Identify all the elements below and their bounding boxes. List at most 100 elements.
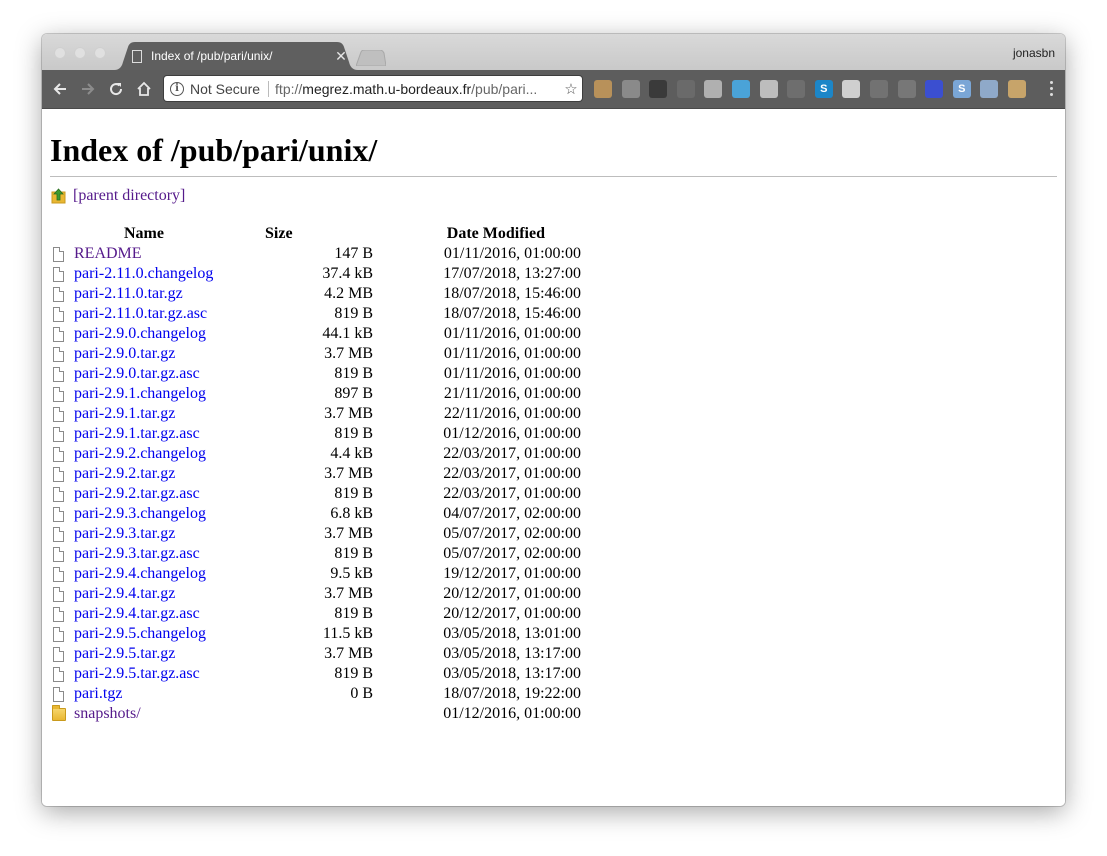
file-name-cell: pari-2.9.5.tar.gz.asc [74,664,238,684]
home-icon [137,81,151,96]
header-icon-column [50,224,74,244]
tab-content[interactable]: Index of /pub/pari/unix/ ✕ [132,46,348,66]
table-row: pari-2.9.1.changelog 897 B 21/11/2016, 01:… [50,384,581,404]
info-icon[interactable]: i [170,81,184,96]
skype-extension-icon[interactable]: S [952,80,971,98]
file-link[interactable]: pari-2.9.4.tar.gz.asc [74,605,200,622]
file-link[interactable]: pari-2.9.3.tar.gz.asc [74,545,200,562]
forward-button[interactable] [78,79,98,99]
security-indicator[interactable]: Not Secure [190,81,260,97]
profile-name[interactable]: jonasbn [1013,46,1055,60]
file-date-modified: 05/07/2017, 02:00:00 [443,545,581,562]
stack-extension-icon[interactable] [649,80,668,98]
file-name-cell: pari-2.9.2.changelog [74,444,238,464]
circle-extension-icon[interactable] [842,80,861,98]
file-date-modified: 04/07/2017, 02:00:00 [443,505,581,522]
archive-extension-icon[interactable] [897,80,916,98]
browser-toolbar: i Not Secure ftp://megrez.math.u-bordeau… [42,70,1065,109]
file-link[interactable]: pari-2.9.0.tar.gz.asc [74,365,200,382]
address-bar[interactable]: i Not Secure ftp://megrez.math.u-bordeau… [164,76,582,101]
file-link[interactable]: pari-2.9.5.tar.gz [74,645,175,662]
title-bar: Index of /pub/pari/unix/ ✕ jonasbn [42,34,1065,70]
table-row: pari.tgz 0 B 18/07/2018, 19:22:00 [50,684,581,704]
file-link[interactable]: pari-2.9.1.tar.gz [74,405,175,422]
file-link[interactable]: pari-2.9.2.changelog [74,445,206,462]
menu-dot [1050,81,1053,84]
close-window-button[interactable] [54,47,66,59]
column-header-name[interactable]: Name [74,224,238,244]
back-button[interactable] [50,79,70,99]
file-date-modified: 18/07/2018, 19:22:00 [443,685,581,702]
bookmark-extension-icon[interactable] [925,80,944,98]
file-icon [53,486,64,502]
file-link[interactable]: pari-2.9.2.tar.gz [74,465,175,482]
drive-extension-icon[interactable] [759,80,778,98]
minimize-window-button[interactable] [74,47,86,59]
url-text[interactable]: ftp://megrez.math.u-bordeaux.fr/pub/pari… [275,81,560,97]
menu-dot [1050,87,1053,90]
file-link[interactable]: pari-2.9.2.tar.gz.asc [74,485,200,502]
file-name-cell: pari-2.9.0.changelog [74,324,238,344]
gear-extension-icon[interactable] [621,80,640,98]
url-path: /pub/pari... [471,80,538,97]
file-link[interactable]: pari-2.9.5.tar.gz.asc [74,665,200,682]
owl-extension-icon[interactable] [1008,80,1026,98]
copy-extension-icon[interactable] [980,80,999,98]
browser-window: Index of /pub/pari/unix/ ✕ jonasbn i Not… [42,34,1065,806]
file-size: 819 B [334,425,373,442]
file-link[interactable]: pari-2.11.0.changelog [74,265,213,282]
row-icon-cell [50,664,74,684]
file-date-modified: 03/05/2018, 13:17:00 [443,645,581,662]
column-header-size[interactable]: Size [238,224,373,244]
file-name-cell: pari-2.9.1.changelog [74,384,238,404]
file-name-cell: pari-2.9.4.changelog [74,564,238,584]
reload-button[interactable] [106,79,126,99]
file-link[interactable]: pari-2.11.0.tar.gz [74,285,183,302]
parent-directory-link[interactable]: [parent directory] [73,187,185,205]
listing-body: README 147 B 01/11/2016, 01:00:00 pari-2.11… [50,244,581,724]
menu-button[interactable] [1050,81,1053,96]
file-name-cell: README [74,244,238,264]
maximize-window-button[interactable] [94,47,106,59]
file-link[interactable]: README [74,245,142,262]
file-link[interactable]: pari-2.9.3.changelog [74,505,206,522]
file-link[interactable]: pari-2.9.0.changelog [74,325,206,342]
cookie-extension-icon[interactable] [594,80,612,98]
s-extension-icon[interactable]: S [814,80,833,98]
flag-extension-icon[interactable] [870,80,888,98]
file-link[interactable]: pari-2.9.5.changelog [74,625,206,642]
file-date-modified: 03/05/2018, 13:01:00 [443,625,581,642]
tools-extension-icon[interactable] [704,80,723,98]
file-link[interactable]: pari-2.9.4.changelog [74,565,206,582]
table-row: pari-2.9.3.changelog 6.8 kB 04/07/2017, 02… [50,504,581,524]
file-icon [53,366,64,382]
new-tab-button[interactable] [356,50,386,66]
file-icon [53,326,64,342]
table-row: pari-2.9.3.tar.gz 3.7 MB 05/07/2017, 02:00… [50,524,581,544]
bookmark-star-icon[interactable]: ☆ [560,80,582,98]
file-icon [53,266,64,282]
file-name-cell: pari-2.9.4.tar.gz.asc [74,604,238,624]
close-tab-icon[interactable]: ✕ [334,48,348,64]
file-link[interactable]: pari-2.9.3.tar.gz [74,525,175,542]
column-header-date[interactable]: Date Modified [373,224,581,244]
pencil-extension-icon[interactable] [732,80,750,98]
file-link[interactable]: pari-2.11.0.tar.gz.asc [74,305,207,322]
divider [50,176,1057,177]
file-link[interactable]: pari-2.9.1.changelog [74,385,206,402]
file-size: 819 B [334,545,373,562]
info-extension-icon[interactable] [676,80,695,98]
home-button[interactable] [134,79,154,99]
table-row: pari-2.9.2.changelog 4.4 kB 22/03/2017, 01… [50,444,581,464]
file-name-cell: pari-2.11.0.changelog [74,264,238,284]
row-icon-cell [50,464,74,484]
cast-extension-icon[interactable] [787,80,806,98]
file-name-cell: pari-2.9.5.changelog [74,624,238,644]
file-link[interactable]: snapshots/ [74,705,141,722]
file-link[interactable]: pari.tgz [74,685,122,702]
file-size [238,704,373,724]
file-link[interactable]: pari-2.9.0.tar.gz [74,345,175,362]
parent-directory-row[interactable]: [parent directory] [51,187,185,205]
file-link[interactable]: pari-2.9.4.tar.gz [74,585,175,602]
file-link[interactable]: pari-2.9.1.tar.gz.asc [74,425,200,442]
